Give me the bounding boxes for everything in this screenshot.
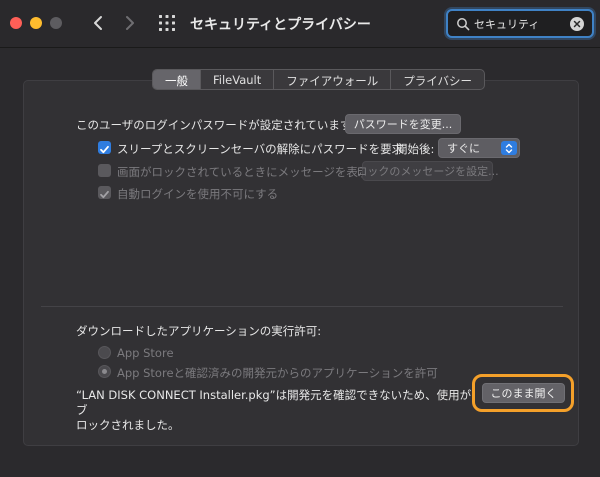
checkmark-icon [100, 145, 109, 154]
close-icon [573, 20, 581, 28]
start-after-value: すぐに [447, 142, 480, 155]
search-icon [457, 18, 470, 31]
close-window-button[interactable] [10, 17, 22, 29]
blocked-app-message: “LAN DISK CONNECT Installer.pkg”は開発元を確認で… [76, 388, 476, 433]
radio-app-store-identified-label: App Storeと確認済みの開発元からのアプリケーションを許可 [117, 366, 438, 380]
blocked-message-line1: “LAN DISK CONNECT Installer.pkg”は開発元を確認で… [76, 388, 472, 417]
preferences-window: セキュリティとプライバシー このユーザのログインパスワードが設定されています パ… [0, 0, 600, 477]
tab-privacy[interactable]: プライバシー [391, 70, 484, 89]
radio-app-store[interactable] [98, 346, 111, 359]
search-input[interactable] [474, 14, 566, 34]
grid-icon [159, 15, 175, 31]
radio-app-store-label: App Store [117, 346, 174, 360]
title-bar: セキュリティとプライバシー [0, 0, 600, 48]
clear-icon[interactable] [570, 17, 584, 31]
chevron-left-icon [94, 16, 102, 30]
highlight-ring: このまま開く [472, 374, 574, 412]
start-after-label: 開始後: [396, 142, 435, 156]
set-lock-message-button[interactable]: ロックのメッセージを設定... [356, 161, 499, 181]
disable-auto-login-checkbox[interactable] [98, 186, 111, 199]
start-after-select[interactable]: すぐに [438, 138, 520, 158]
tab-filevault[interactable]: FileVault [201, 70, 275, 89]
blocked-message-line2: ロックされました。 [76, 418, 180, 432]
zoom-window-button[interactable] [50, 17, 62, 29]
chevron-right-icon [126, 16, 134, 30]
tab-firewall[interactable]: ファイアウォール [274, 70, 392, 89]
show-all-button[interactable] [158, 14, 176, 32]
require-password-checkbox[interactable] [98, 141, 111, 154]
tab-general[interactable]: 一般 [153, 70, 201, 89]
show-lock-message-checkbox[interactable] [98, 164, 111, 177]
require-password-label: スリープとスクリーンセーバの解除にパスワードを要求 [117, 142, 404, 156]
tab-bar: 一般 FileVault ファイアウォール プライバシー [152, 69, 486, 90]
open-anyway-button[interactable]: このまま開く [482, 383, 565, 403]
change-password-button[interactable]: パスワードを変更... [345, 114, 461, 134]
password-status-text: このユーザのログインパスワードが設定されています [76, 118, 352, 132]
back-button[interactable] [87, 12, 109, 34]
disable-auto-login-label: 自動ログインを使用不可にする [117, 187, 279, 201]
search-field[interactable] [446, 9, 594, 38]
show-lock-message-label: 画面がロックされているときにメッセージを表示 [117, 165, 370, 179]
checkmark-icon [100, 190, 109, 199]
forward-button[interactable] [119, 12, 141, 34]
downloads-heading: ダウンロードしたアプリケーションの実行許可: [76, 324, 322, 338]
minimize-window-button[interactable] [30, 17, 42, 29]
radio-app-store-identified[interactable] [98, 365, 111, 378]
section-divider [41, 306, 563, 307]
updown-icon [501, 141, 517, 155]
window-title: セキュリティとプライバシー [190, 17, 371, 33]
